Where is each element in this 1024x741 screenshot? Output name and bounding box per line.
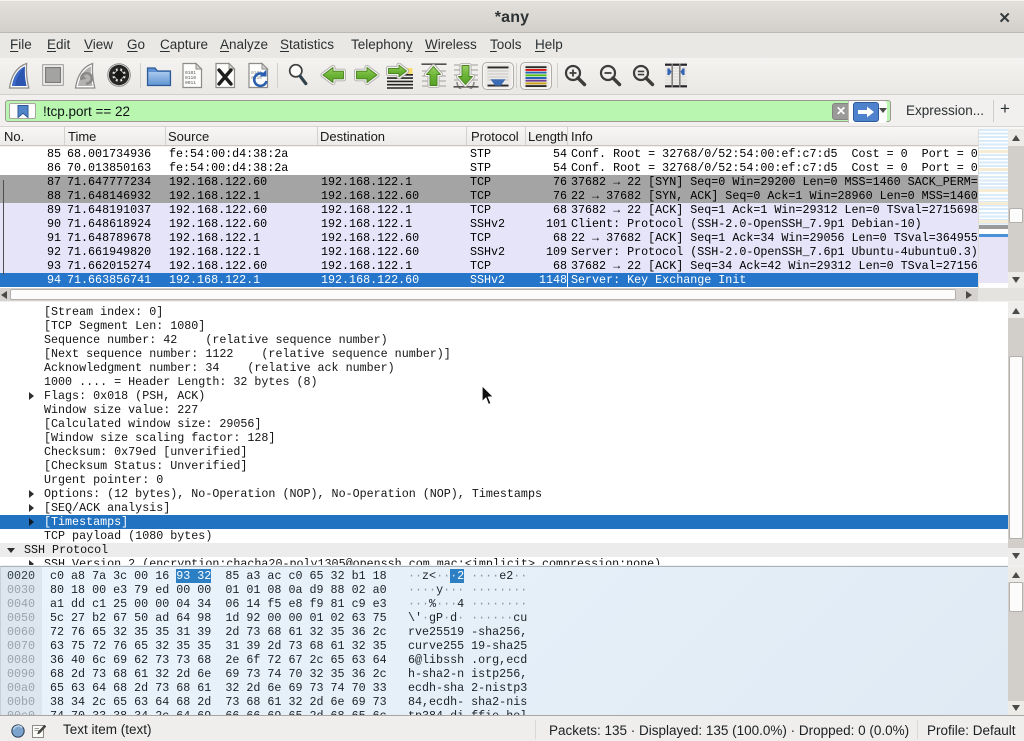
svg-text:0011: 0011 [185,80,196,86]
